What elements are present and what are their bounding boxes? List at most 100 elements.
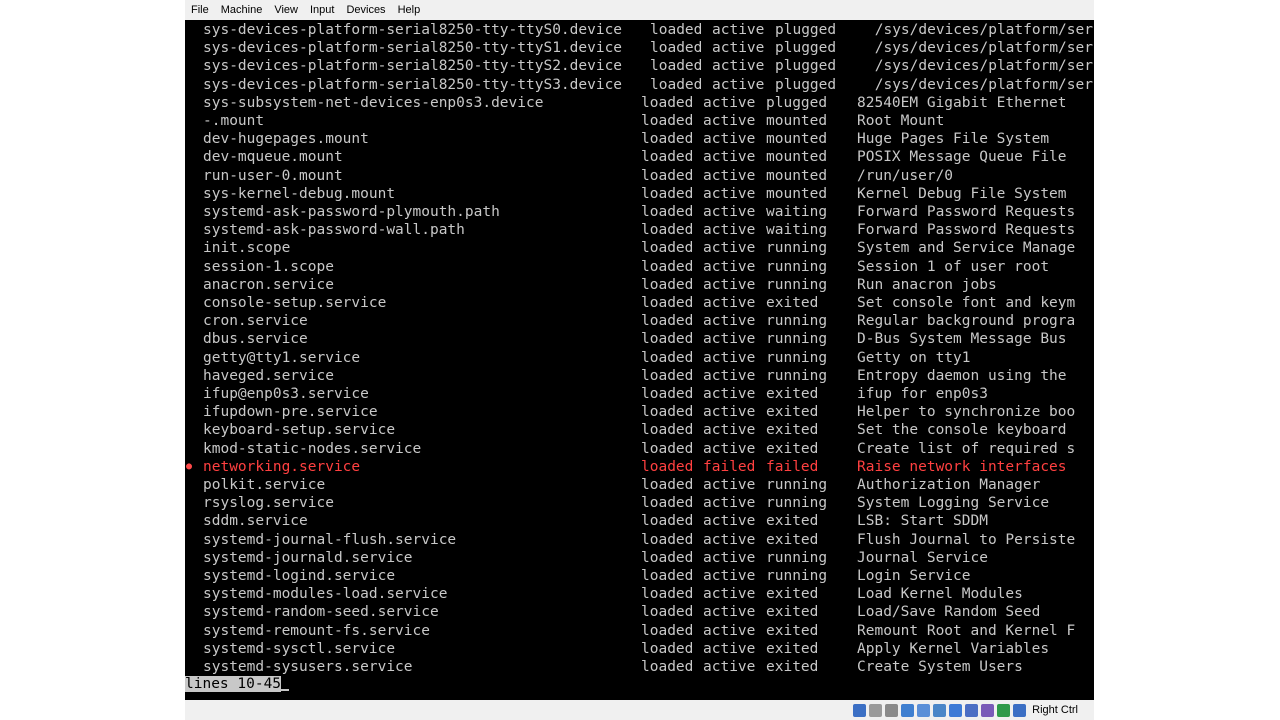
- unit-active-state: active: [703, 185, 756, 202]
- unit-name: polkit.service: [203, 477, 326, 493]
- harddisk-icon[interactable]: [853, 703, 867, 717]
- terminal-screen[interactable]: sys-devices-platform-serial8250-tty-ttyS…: [185, 20, 1094, 700]
- unit-active-state: active: [703, 276, 756, 293]
- unit-active-state: active: [703, 167, 756, 184]
- unit-active-state: active: [703, 604, 756, 621]
- unit-load-state: loaded: [641, 94, 694, 111]
- unit-description: Forward Password Requests: [857, 222, 1076, 239]
- unit-load-state: loaded: [641, 549, 694, 566]
- unit-name: systemd-logind.service: [203, 568, 396, 584]
- unit-load-state: loaded: [641, 313, 694, 330]
- unit-description: Session 1 of user root: [857, 258, 1050, 275]
- unit-name: kmod-static-nodes.service: [203, 440, 422, 457]
- unit-name: sys-subsystem-net-devices-enp0s3.device: [203, 94, 544, 111]
- unit-description: Flush Journal to Persiste: [857, 531, 1076, 548]
- menu-devices[interactable]: Devices: [340, 0, 391, 20]
- optical-drive-icon[interactable]: [869, 703, 883, 717]
- network-icon[interactable]: [901, 703, 915, 717]
- unit-load-state: loaded: [641, 640, 694, 657]
- unit-description: 82540EM Gigabit Ethernet: [857, 94, 1067, 111]
- unit-description: Run anacron jobs: [857, 276, 997, 293]
- unit-active-state: active: [703, 204, 756, 220]
- unit-sub-state: waiting: [766, 222, 828, 239]
- menu-machine[interactable]: Machine: [215, 0, 269, 20]
- video-capture-icon[interactable]: [965, 703, 979, 717]
- unit-name: session-1.scope: [203, 258, 334, 275]
- unit-description: /run/user/0: [857, 167, 954, 184]
- unit-sub-state: plugged: [766, 94, 828, 111]
- unit-description: Helper to synchronize boo: [857, 404, 1076, 421]
- unit-sub-state: exited: [766, 295, 819, 311]
- unit-sub-state: exited: [766, 586, 819, 603]
- unit-name: networking.service: [203, 458, 361, 475]
- unit-load-state: loaded: [641, 258, 694, 275]
- unit-name: dev-mqueue.mount: [203, 149, 343, 166]
- unit-load-state: loaded: [641, 513, 694, 530]
- unit-description: Kernel Debug File System: [857, 185, 1067, 202]
- unit-active-state: active: [703, 622, 756, 639]
- unit-sub-state: running: [766, 276, 828, 293]
- unit-description: /sys/devices/platform/ser: [866, 40, 1093, 57]
- unit-description: Huge Pages File System: [857, 131, 1050, 148]
- unit-active-state: active: [703, 477, 756, 493]
- shared-folders-icon[interactable]: [933, 703, 947, 717]
- unit-active-state: active: [703, 549, 756, 566]
- unit-active-state: active: [703, 94, 756, 111]
- unit-active-state: active: [712, 76, 765, 93]
- virtualization-icon[interactable]: [981, 703, 995, 717]
- unit-active-state: failed: [703, 458, 756, 475]
- unit-active-state: active: [712, 58, 765, 75]
- vm-window: File Machine View Input Devices Help sys…: [185, 0, 1094, 720]
- mouse-integration-icon[interactable]: [997, 703, 1011, 717]
- unit-load-state: loaded: [641, 276, 694, 293]
- audio-icon[interactable]: [885, 703, 899, 717]
- unit-name: run-user-0.mount: [203, 167, 343, 184]
- unit-sub-state: exited: [766, 659, 819, 675]
- unit-name: rsyslog.service: [203, 495, 334, 512]
- menu-file[interactable]: File: [185, 0, 215, 20]
- unit-active-state: active: [712, 40, 765, 57]
- unit-description: System and Service Manage: [857, 240, 1076, 257]
- unit-active-state: active: [703, 149, 756, 166]
- unit-description: Entropy daemon using the: [857, 367, 1067, 384]
- unit-load-state: loaded: [641, 586, 694, 603]
- menu-input[interactable]: Input: [304, 0, 340, 20]
- status-bar: Right Ctrl: [185, 700, 1094, 720]
- unit-load-state: loaded: [641, 204, 694, 220]
- unit-load-state: loaded: [641, 367, 694, 384]
- keyboard-icon[interactable]: [1013, 703, 1027, 717]
- unit-description: Forward Password Requests: [857, 204, 1076, 220]
- unit-load-state: loaded: [641, 604, 694, 621]
- usb-icon[interactable]: [917, 703, 931, 717]
- failed-marker-icon: ●: [186, 460, 193, 472]
- menu-view[interactable]: View: [268, 0, 304, 20]
- display-icon[interactable]: [949, 703, 963, 717]
- unit-load-state: loaded: [641, 185, 694, 202]
- unit-sub-state: running: [766, 258, 828, 275]
- menu-help[interactable]: Help: [392, 0, 427, 20]
- device-tray: [853, 703, 1029, 717]
- host-key-label: Right Ctrl: [1032, 704, 1078, 716]
- unit-load-state: loaded: [641, 404, 694, 421]
- unit-load-state: loaded: [650, 76, 703, 93]
- unit-name: sys-devices-platform-serial8250-tty-ttyS…: [203, 40, 623, 57]
- unit-sub-state: running: [766, 477, 828, 493]
- unit-description: D-Bus System Message Bus: [857, 331, 1067, 348]
- unit-description: Set the console keyboard: [857, 422, 1067, 439]
- unit-load-state: loaded: [641, 422, 694, 439]
- unit-description: Getty on tty1: [857, 349, 971, 366]
- unit-name: systemd-sysctl.service: [203, 640, 396, 657]
- unit-load-state: loaded: [641, 477, 694, 493]
- unit-sub-state: exited: [766, 404, 819, 421]
- unit-active-state: active: [703, 640, 756, 657]
- unit-sub-state: exited: [766, 386, 819, 402]
- unit-name: systemd-ask-password-plymouth.path: [203, 204, 500, 220]
- unit-sub-state: running: [766, 495, 828, 512]
- unit-description: Load Kernel Modules: [857, 586, 1023, 603]
- unit-name: systemd-random-seed.service: [203, 604, 439, 621]
- unit-description: POSIX Message Queue File: [857, 149, 1067, 166]
- unit-active-state: active: [703, 568, 756, 584]
- pager-status: lines 10-45: [185, 676, 282, 692]
- unit-name: sys-devices-platform-serial8250-tty-ttyS…: [203, 76, 623, 93]
- unit-name: dev-hugepages.mount: [203, 131, 369, 148]
